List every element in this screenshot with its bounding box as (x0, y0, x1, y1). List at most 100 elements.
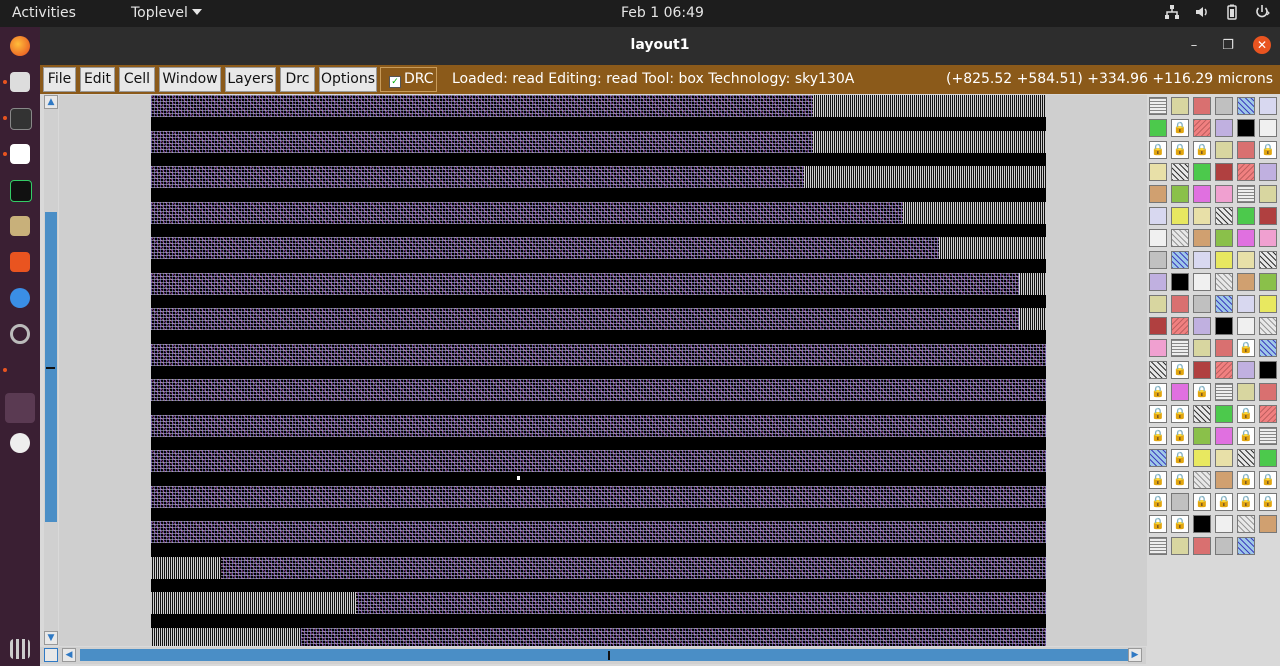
system-monitor-icon[interactable] (10, 180, 32, 202)
layer-swatch[interactable] (1149, 449, 1167, 467)
maximize-button[interactable]: ❐ (1219, 37, 1237, 55)
firefox-icon[interactable] (10, 36, 30, 56)
layer-swatch[interactable] (1171, 163, 1189, 181)
layer-swatch[interactable] (1149, 119, 1167, 137)
checkbox-checked-icon[interactable]: ✓ (389, 76, 401, 88)
layer-swatch[interactable] (1237, 295, 1255, 313)
layer-swatch[interactable] (1171, 273, 1189, 291)
layer-swatch[interactable] (1237, 163, 1255, 181)
layer-swatch[interactable] (1149, 273, 1167, 291)
layer-swatch[interactable] (1193, 471, 1211, 489)
layer-swatch[interactable] (1215, 515, 1233, 533)
layer-locked-icon[interactable]: 🔒 (1171, 405, 1189, 423)
layer-swatch[interactable] (1237, 141, 1255, 159)
vertical-scrollbar[interactable]: ▲ ▼ (44, 95, 58, 645)
layer-locked-icon[interactable]: 🔒 (1149, 383, 1167, 401)
layer-locked-icon[interactable]: 🔒 (1149, 471, 1167, 489)
layer-swatch[interactable] (1149, 537, 1167, 555)
drc-toggle[interactable]: ✓ DRC (380, 67, 437, 92)
layer-swatch[interactable] (1259, 449, 1277, 467)
layer-swatch[interactable] (1171, 229, 1189, 247)
layer-swatch[interactable] (1193, 295, 1211, 313)
layer-swatch[interactable] (1149, 317, 1167, 335)
layer-swatch[interactable] (1215, 141, 1233, 159)
layer-swatch[interactable] (1193, 229, 1211, 247)
layer-swatch[interactable] (1215, 537, 1233, 555)
layer-swatch[interactable] (1215, 405, 1233, 423)
layer-locked-icon[interactable]: 🔒 (1149, 405, 1167, 423)
layer-swatch[interactable] (1193, 405, 1211, 423)
layer-swatch[interactable] (1259, 317, 1277, 335)
layer-locked-icon[interactable]: 🔒 (1149, 515, 1167, 533)
layer-swatch[interactable] (1193, 537, 1211, 555)
layer-swatch[interactable] (1193, 273, 1211, 291)
layer-locked-icon[interactable]: 🔒 (1171, 119, 1189, 137)
layer-swatch[interactable] (1237, 383, 1255, 401)
layer-swatch[interactable] (1215, 383, 1233, 401)
layer-swatch[interactable] (1259, 119, 1277, 137)
system-tray[interactable] (1164, 4, 1270, 20)
layer-swatch[interactable] (1193, 185, 1211, 203)
layer-swatch[interactable] (1215, 273, 1233, 291)
layer-swatch[interactable] (1149, 97, 1167, 115)
layer-locked-icon[interactable]: 🔒 (1259, 471, 1277, 489)
layer-swatch[interactable] (1237, 97, 1255, 115)
layer-swatch[interactable] (1171, 251, 1189, 269)
volume-icon[interactable] (1194, 4, 1210, 20)
layer-locked-icon[interactable]: 🔒 (1259, 493, 1277, 511)
scroll-up-arrow-icon[interactable]: ▲ (44, 95, 58, 109)
layer-swatch[interactable] (1237, 229, 1255, 247)
layer-swatch[interactable] (1259, 229, 1277, 247)
layer-swatch[interactable] (1215, 119, 1233, 137)
layer-swatch[interactable] (1237, 317, 1255, 335)
layer-swatch[interactable] (1193, 515, 1211, 533)
layer-swatch[interactable] (1171, 295, 1189, 313)
layer-swatch[interactable] (1215, 427, 1233, 445)
layer-swatch[interactable] (1149, 339, 1167, 357)
layer-locked-icon[interactable]: 🔒 (1149, 493, 1167, 511)
horizontal-scroll-thumb[interactable] (80, 649, 1130, 661)
scroll-corner-box[interactable] (44, 648, 58, 662)
scroll-down-arrow-icon[interactable]: ▼ (44, 631, 58, 645)
layer-swatch[interactable] (1215, 295, 1233, 313)
disc-icon[interactable] (10, 433, 30, 453)
layer-swatch[interactable] (1193, 163, 1211, 181)
scroll-left-arrow-icon[interactable]: ◀ (62, 648, 76, 662)
layer-swatch[interactable] (1171, 493, 1189, 511)
activities-button[interactable]: Activities (12, 5, 76, 21)
layer-locked-icon[interactable]: 🔒 (1171, 471, 1189, 489)
show-applications-icon[interactable] (10, 639, 30, 659)
layer-swatch[interactable] (1149, 295, 1167, 313)
layer-swatch[interactable] (1215, 339, 1233, 357)
layer-swatch[interactable] (1215, 251, 1233, 269)
layer-swatch[interactable] (1171, 339, 1189, 357)
layer-swatch[interactable] (1215, 207, 1233, 225)
layer-swatch[interactable] (1215, 471, 1233, 489)
layer-swatch[interactable] (1171, 185, 1189, 203)
scroll-right-arrow-icon[interactable]: ▶ (1128, 648, 1142, 662)
layer-swatch[interactable] (1171, 383, 1189, 401)
layer-locked-icon[interactable]: 🔒 (1237, 405, 1255, 423)
app-icon[interactable] (5, 393, 35, 423)
layer-swatch[interactable] (1193, 361, 1211, 379)
layer-locked-icon[interactable]: 🔒 (1171, 427, 1189, 445)
text-editor-icon[interactable] (10, 144, 30, 164)
layer-locked-icon[interactable]: 🔒 (1237, 493, 1255, 511)
layer-swatch[interactable] (1237, 207, 1255, 225)
layer-swatch[interactable] (1149, 229, 1167, 247)
layer-swatch[interactable] (1193, 207, 1211, 225)
file-manager-icon[interactable] (10, 216, 30, 236)
layer-swatch[interactable] (1237, 515, 1255, 533)
menu-cell[interactable]: Cell (119, 67, 155, 92)
layer-swatch[interactable] (1193, 449, 1211, 467)
window-titlebar[interactable]: layout1 – ❐ ✕ (40, 27, 1280, 65)
menu-layers[interactable]: Layers (225, 67, 276, 92)
layer-swatch[interactable] (1259, 339, 1277, 357)
layer-locked-icon[interactable]: 🔒 (1237, 471, 1255, 489)
layer-swatch[interactable] (1259, 273, 1277, 291)
layer-swatch[interactable] (1259, 361, 1277, 379)
power-icon[interactable] (1254, 4, 1270, 20)
layout-canvas[interactable] (59, 95, 1147, 646)
horizontal-scrollbar[interactable]: ◀ ▶ (40, 647, 1146, 664)
layer-locked-icon[interactable]: 🔒 (1171, 361, 1189, 379)
